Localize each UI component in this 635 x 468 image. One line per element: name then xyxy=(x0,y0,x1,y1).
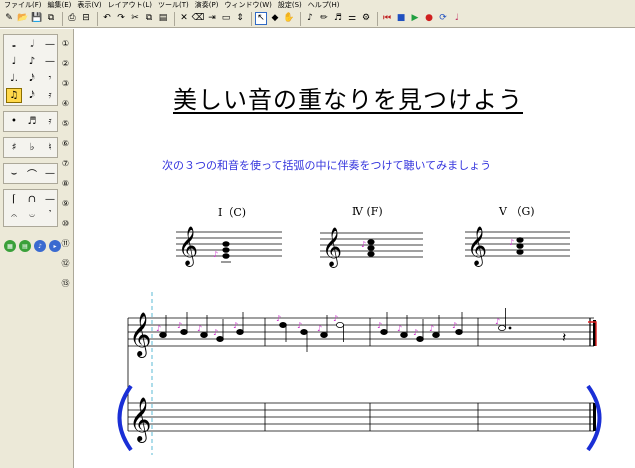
svg-text:♪: ♪ xyxy=(297,321,302,330)
svg-text:♪: ♪ xyxy=(452,321,457,330)
svg-text:♪: ♪ xyxy=(429,324,434,333)
treble-clef-icon: 𝄞 xyxy=(178,226,198,267)
svg-text:♪: ♪ xyxy=(495,317,500,326)
accompaniment-staff xyxy=(127,346,594,432)
quarter-rest-icon: 𝄽 xyxy=(562,330,566,346)
svg-text:♪: ♪ xyxy=(156,324,161,333)
note-marker-icon: ♪ xyxy=(509,238,514,247)
note-marker-icon: ♪ xyxy=(361,240,366,249)
svg-text:♪: ♪ xyxy=(213,328,218,337)
svg-text:♪: ♪ xyxy=(177,321,182,330)
svg-text:♪: ♪ xyxy=(397,324,402,333)
svg-text:♪: ♪ xyxy=(276,314,281,323)
treble-clef-icon: 𝄞 xyxy=(129,397,151,443)
svg-text:♪: ♪ xyxy=(413,328,418,337)
svg-text:♪: ♪ xyxy=(333,314,338,323)
score-notation: 𝄞 ♪ 𝄞 ♪ 𝄞 ♪ 𝄞 𝄽 ♪ ♪ ♪ ♪♪ ♪♪ ♪♪ ♪ ♪ ♪ ♪ ♪… xyxy=(117,226,602,455)
svg-text:♪: ♪ xyxy=(377,321,382,330)
melody-note-markers: ♪ ♪ ♪ ♪ ♪ ♪ ♪ ♪ ♪ ♪ ♪ ♪ ♪ ♪ ♪ xyxy=(156,314,500,337)
chord-g-notes xyxy=(516,237,524,255)
svg-text:♪: ♪ xyxy=(233,321,238,330)
treble-clef-icon: 𝄞 xyxy=(322,227,342,268)
accompaniment-end-bar xyxy=(593,403,596,431)
chord-c-notes xyxy=(221,241,231,263)
chord-f-notes xyxy=(367,239,375,257)
note-marker-icon: ♪ xyxy=(213,250,218,259)
svg-text:♪: ♪ xyxy=(317,324,322,333)
treble-clef-icon: 𝄞 xyxy=(129,312,151,358)
svg-text:♪: ♪ xyxy=(197,324,202,333)
treble-clef-icon: 𝄞 xyxy=(467,226,487,267)
